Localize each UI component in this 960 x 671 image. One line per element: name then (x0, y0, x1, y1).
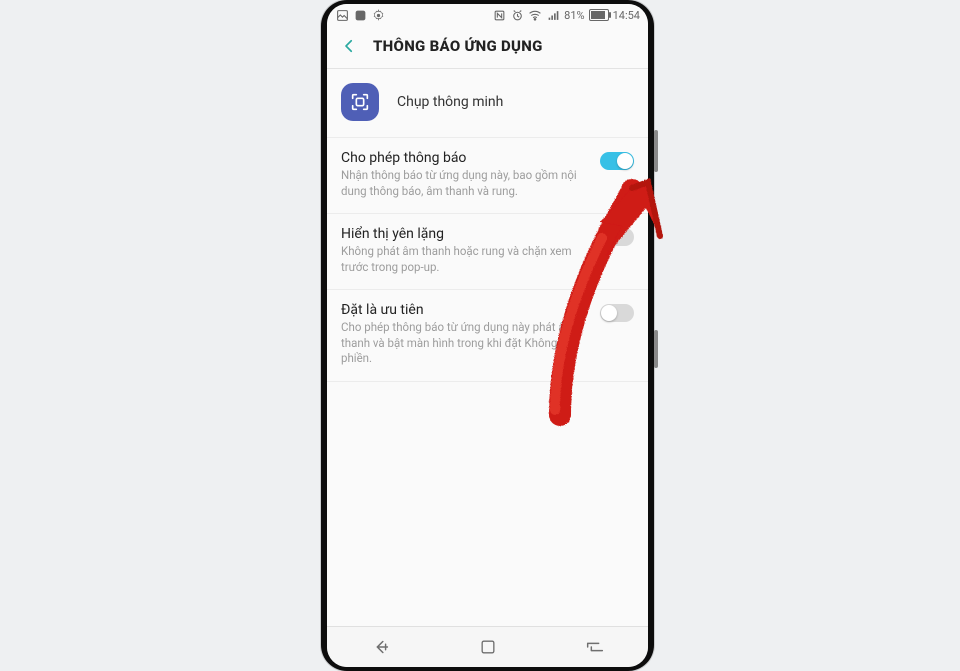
page-title: THÔNG BÁO ỨNG DỤNG (373, 37, 543, 55)
setting-description: Nhận thông báo từ ứng dụng này, bao gồm … (341, 168, 586, 199)
setting-description: Không phát âm thanh hoặc rung và chặn xe… (341, 244, 586, 275)
battery-percent: 81% (564, 9, 584, 22)
setting-title: Đặt là ưu tiên (341, 302, 586, 318)
wifi-icon (528, 8, 542, 22)
toggle-set-priority[interactable] (600, 304, 634, 322)
setting-show-silently[interactable]: Hiển thị yên lặng Không phát âm thanh ho… (327, 214, 648, 290)
android-nav-bar (327, 626, 648, 667)
nfc-icon (492, 8, 506, 22)
signal-icon (546, 8, 560, 22)
nav-home-icon[interactable] (477, 636, 499, 658)
nav-back-icon[interactable] (370, 636, 392, 658)
setting-set-priority[interactable]: Đặt là ưu tiên Cho phép thông báo từ ứng… (327, 290, 648, 382)
clock-time: 14:54 (613, 9, 640, 22)
app-identity-row: Chụp thông minh (327, 69, 648, 137)
phone-body: 81% 14:54 THÔNG BÁO ỨNG DỤNG (321, 0, 654, 671)
back-button[interactable] (339, 36, 359, 56)
status-bar: 81% 14:54 (327, 4, 648, 26)
toggle-show-silently[interactable] (600, 228, 634, 246)
app-badge-icon (353, 8, 367, 22)
setting-title: Cho phép thông báo (341, 150, 586, 166)
phone-side-button (654, 330, 658, 368)
phone-screen: 81% 14:54 THÔNG BÁO ỨNG DỤNG (327, 4, 648, 667)
setting-allow-notifications[interactable]: Cho phép thông báo Nhận thông báo từ ứng… (327, 138, 648, 214)
setting-title: Hiển thị yên lặng (341, 226, 586, 242)
setting-description: Cho phép thông báo từ ứng dụng này phát … (341, 320, 586, 367)
smart-capture-icon (341, 83, 379, 121)
alarm-icon (510, 8, 524, 22)
settings-gear-icon (371, 8, 385, 22)
picture-icon (335, 8, 349, 22)
toggle-allow-notifications[interactable] (600, 152, 634, 170)
app-name: Chụp thông minh (397, 94, 503, 110)
battery-icon (589, 9, 609, 21)
settings-list: Cho phép thông báo Nhận thông báo từ ứng… (327, 137, 648, 382)
nav-recents-icon[interactable] (584, 636, 606, 658)
title-bar: THÔNG BÁO ỨNG DỤNG (327, 26, 648, 69)
phone-side-button (654, 130, 658, 172)
